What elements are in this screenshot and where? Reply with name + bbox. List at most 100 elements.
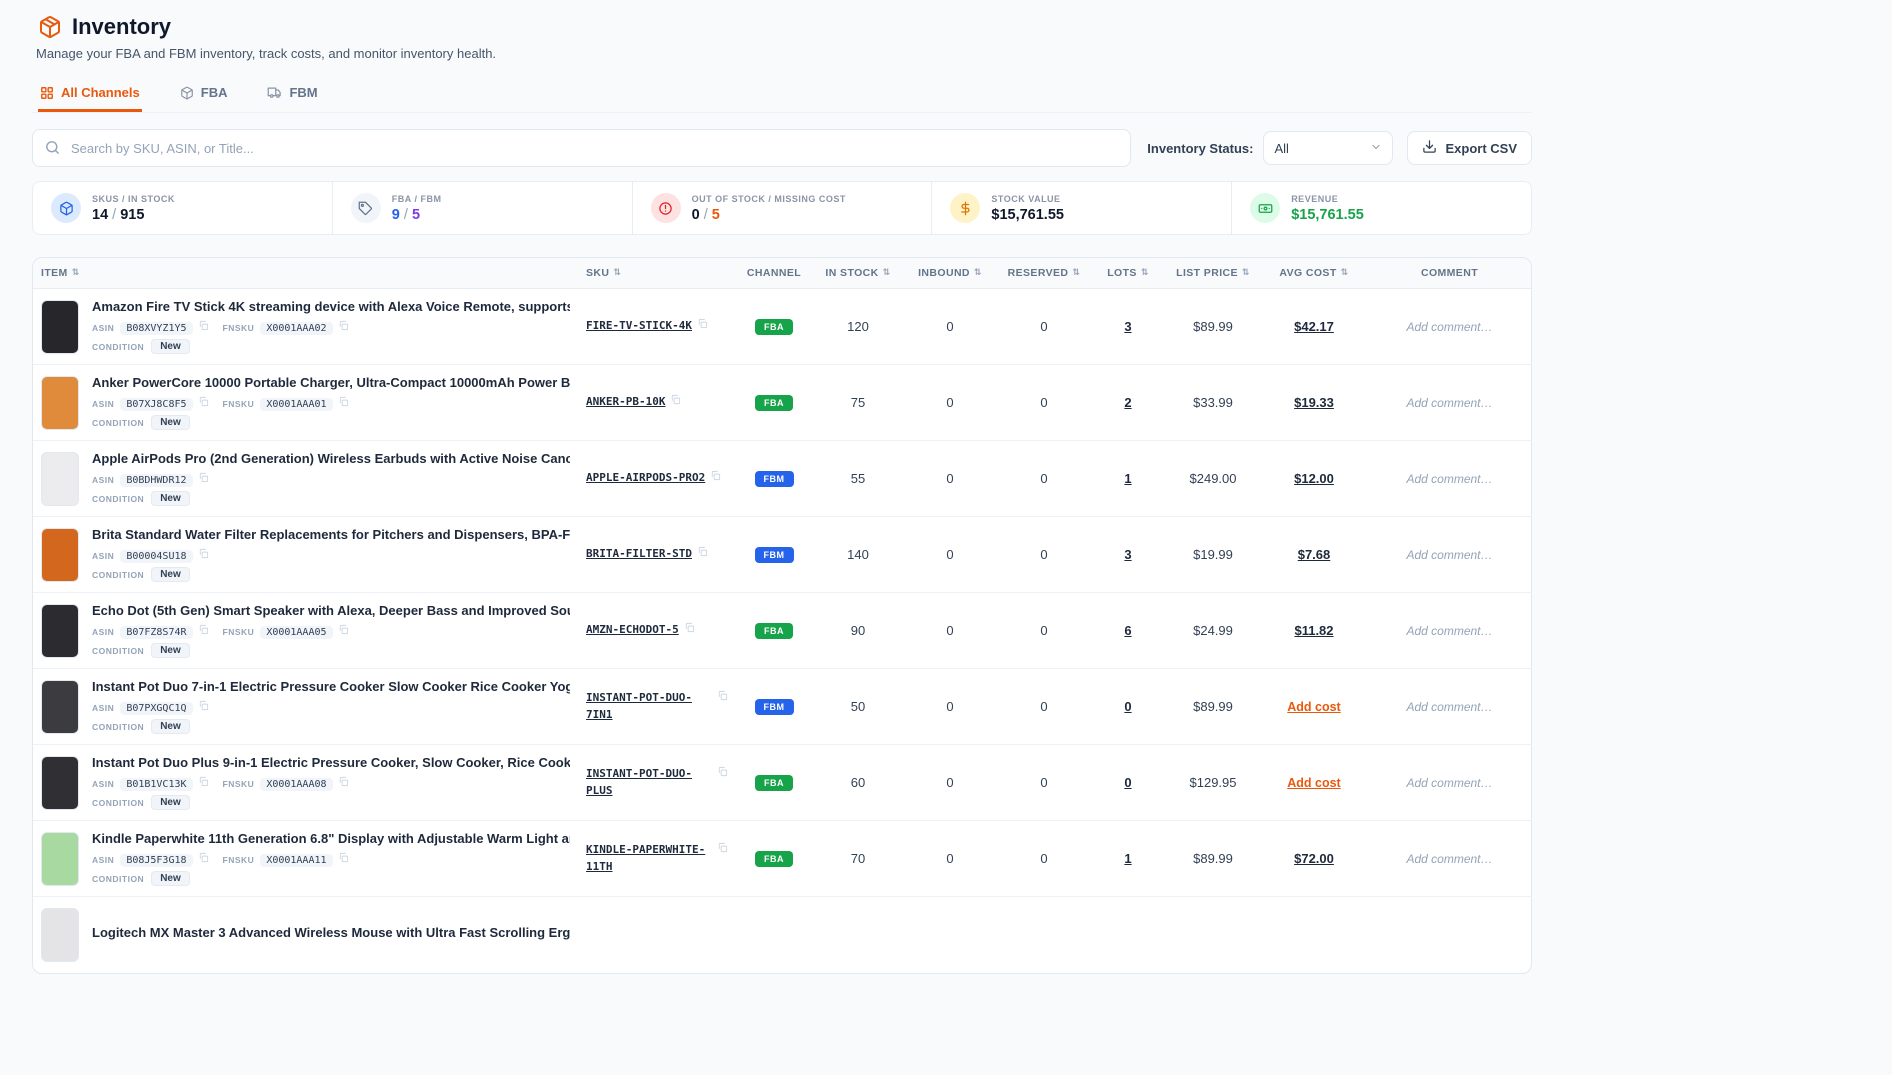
copy-icon[interactable] bbox=[338, 624, 349, 635]
stat-skus-in-stock: SKUS / IN STOCK 14 / 915 bbox=[33, 182, 333, 234]
copy-icon[interactable] bbox=[717, 842, 728, 853]
condition-row: CONDITION New bbox=[92, 491, 570, 506]
avg-cost-link[interactable]: $11.82 bbox=[1294, 623, 1333, 638]
asin-value: B07PXGQC1Q bbox=[120, 702, 192, 715]
lots-link[interactable]: 1 bbox=[1124, 851, 1131, 866]
column-label: IN STOCK bbox=[825, 267, 878, 279]
avg-cost-link[interactable]: Add cost bbox=[1287, 700, 1340, 714]
stat-label: REVENUE bbox=[1291, 194, 1364, 204]
list-price-cell: $249.00 bbox=[1164, 461, 1262, 496]
add-comment-field[interactable]: Add comment… bbox=[1406, 396, 1492, 410]
copy-icon[interactable] bbox=[717, 690, 728, 701]
column-header-avg-cost[interactable]: AVG COST⇅ bbox=[1262, 258, 1366, 288]
copy-icon[interactable] bbox=[670, 394, 681, 405]
avg-cost-link[interactable]: $7.68 bbox=[1298, 547, 1331, 562]
sku-link[interactable]: AMZN-ECHODOT-5 bbox=[586, 622, 679, 639]
copy-icon[interactable] bbox=[697, 546, 708, 557]
avg-cost-cell bbox=[1262, 925, 1366, 945]
tag-icon bbox=[351, 193, 381, 223]
inbound-cell: 0 bbox=[904, 461, 996, 496]
lots-link[interactable]: 3 bbox=[1124, 319, 1131, 334]
copy-icon[interactable] bbox=[198, 320, 209, 331]
copy-icon[interactable] bbox=[198, 852, 209, 863]
avg-cost-link[interactable]: $12.00 bbox=[1294, 471, 1334, 486]
column-header-lots[interactable]: LOTS⇅ bbox=[1092, 258, 1164, 288]
lots-link[interactable]: 2 bbox=[1124, 395, 1131, 410]
add-comment-field[interactable]: Add comment… bbox=[1406, 700, 1492, 714]
stat-value: 9 / 5 bbox=[392, 207, 442, 223]
product-meta: ASINB01B1VC13K FNSKUX0001AAA08 bbox=[92, 775, 570, 790]
inbound-cell bbox=[904, 925, 996, 945]
sku-link[interactable]: FIRE-TV-STICK-4K bbox=[586, 318, 692, 335]
sku-link[interactable]: INSTANT-POT-DUO-7IN1 bbox=[586, 690, 712, 723]
in-stock-cell: 75 bbox=[812, 385, 904, 420]
product-thumbnail bbox=[41, 452, 79, 506]
inventory-status-select[interactable]: All bbox=[1263, 131, 1393, 165]
lots-link[interactable]: 0 bbox=[1124, 775, 1131, 790]
asin-label: ASIN bbox=[92, 399, 114, 409]
column-header-reserved[interactable]: RESERVED⇅ bbox=[996, 258, 1092, 288]
condition-row: CONDITION New bbox=[92, 567, 570, 582]
copy-icon[interactable] bbox=[198, 548, 209, 559]
avg-cost-link[interactable]: Add cost bbox=[1287, 776, 1340, 790]
lots-link[interactable]: 6 bbox=[1124, 623, 1131, 638]
copy-icon[interactable] bbox=[338, 776, 349, 787]
lots-cell: 0 bbox=[1092, 689, 1164, 724]
copy-icon[interactable] bbox=[338, 852, 349, 863]
in-stock-cell: 50 bbox=[812, 689, 904, 724]
list-price-cell: $89.99 bbox=[1164, 841, 1262, 876]
lots-cell: 3 bbox=[1092, 309, 1164, 344]
column-header-item[interactable]: ITEM⇅ bbox=[33, 258, 578, 288]
add-comment-field[interactable]: Add comment… bbox=[1406, 472, 1492, 486]
page-subtitle: Manage your FBA and FBM inventory, track… bbox=[36, 46, 1532, 61]
column-header-in-stock[interactable]: IN STOCK⇅ bbox=[812, 258, 904, 288]
lots-link[interactable]: 1 bbox=[1124, 471, 1131, 486]
product-title: Instant Pot Duo 7-in-1 Electric Pressure… bbox=[92, 679, 570, 694]
asin-value: B08J5F3G18 bbox=[120, 854, 192, 867]
stat-label: OUT OF STOCK / MISSING COST bbox=[692, 194, 846, 204]
avg-cost-link[interactable]: $42.17 bbox=[1294, 319, 1334, 334]
add-comment-field[interactable]: Add comment… bbox=[1406, 776, 1492, 790]
sku-link[interactable]: ANKER-PB-10K bbox=[586, 394, 665, 411]
lots-link[interactable]: 0 bbox=[1124, 699, 1131, 714]
add-comment-field[interactable]: Add comment… bbox=[1406, 852, 1492, 866]
sku-link[interactable]: INSTANT-POT-DUO-PLUS bbox=[586, 766, 712, 799]
tab-fba[interactable]: FBA bbox=[178, 75, 230, 112]
tab-all-channels[interactable]: All Channels bbox=[38, 75, 142, 112]
search-input[interactable] bbox=[32, 129, 1131, 167]
copy-icon[interactable] bbox=[198, 776, 209, 787]
sku-link[interactable]: APPLE-AIRPODS-PRO2 bbox=[586, 470, 705, 487]
column-header-inbound[interactable]: INBOUND⇅ bbox=[904, 258, 996, 288]
copy-icon[interactable] bbox=[710, 470, 721, 481]
sku-link[interactable]: BRITA-FILTER-STD bbox=[586, 546, 692, 563]
list-price-cell: $24.99 bbox=[1164, 613, 1262, 648]
copy-icon[interactable] bbox=[717, 766, 728, 777]
column-header-list-price[interactable]: LIST PRICE⇅ bbox=[1164, 258, 1262, 288]
copy-icon[interactable] bbox=[198, 624, 209, 635]
copy-icon[interactable] bbox=[338, 396, 349, 407]
list-price-cell: $89.99 bbox=[1164, 309, 1262, 344]
copy-icon[interactable] bbox=[684, 622, 695, 633]
asin-value: B07FZ8S74R bbox=[120, 626, 192, 639]
column-header-sku[interactable]: SKU⇅ bbox=[578, 258, 736, 288]
copy-icon[interactable] bbox=[697, 318, 708, 329]
sku-cell: INSTANT-POT-DUO-PLUS bbox=[578, 756, 736, 809]
copy-icon[interactable] bbox=[198, 396, 209, 407]
copy-icon[interactable] bbox=[338, 320, 349, 331]
sku-cell: ANKER-PB-10K bbox=[578, 384, 736, 421]
avg-cost-link[interactable]: $19.33 bbox=[1294, 395, 1334, 410]
export-csv-button[interactable]: Export CSV bbox=[1407, 131, 1532, 165]
tab-fbm[interactable]: FBM bbox=[265, 75, 319, 112]
add-comment-field[interactable]: Add comment… bbox=[1406, 320, 1492, 334]
add-comment-field[interactable]: Add comment… bbox=[1406, 548, 1492, 562]
column-header-comment: COMMENT bbox=[1366, 258, 1532, 288]
copy-icon[interactable] bbox=[198, 472, 209, 483]
sku-link[interactable]: KINDLE-PAPERWHITE-11TH bbox=[586, 842, 712, 875]
export-csv-label: Export CSV bbox=[1445, 141, 1517, 156]
add-comment-field[interactable]: Add comment… bbox=[1406, 624, 1492, 638]
channel-badge: FBM bbox=[755, 547, 794, 563]
lots-link[interactable]: 3 bbox=[1124, 547, 1131, 562]
condition-label: CONDITION bbox=[92, 646, 144, 656]
copy-icon[interactable] bbox=[198, 700, 209, 711]
avg-cost-link[interactable]: $72.00 bbox=[1294, 851, 1334, 866]
